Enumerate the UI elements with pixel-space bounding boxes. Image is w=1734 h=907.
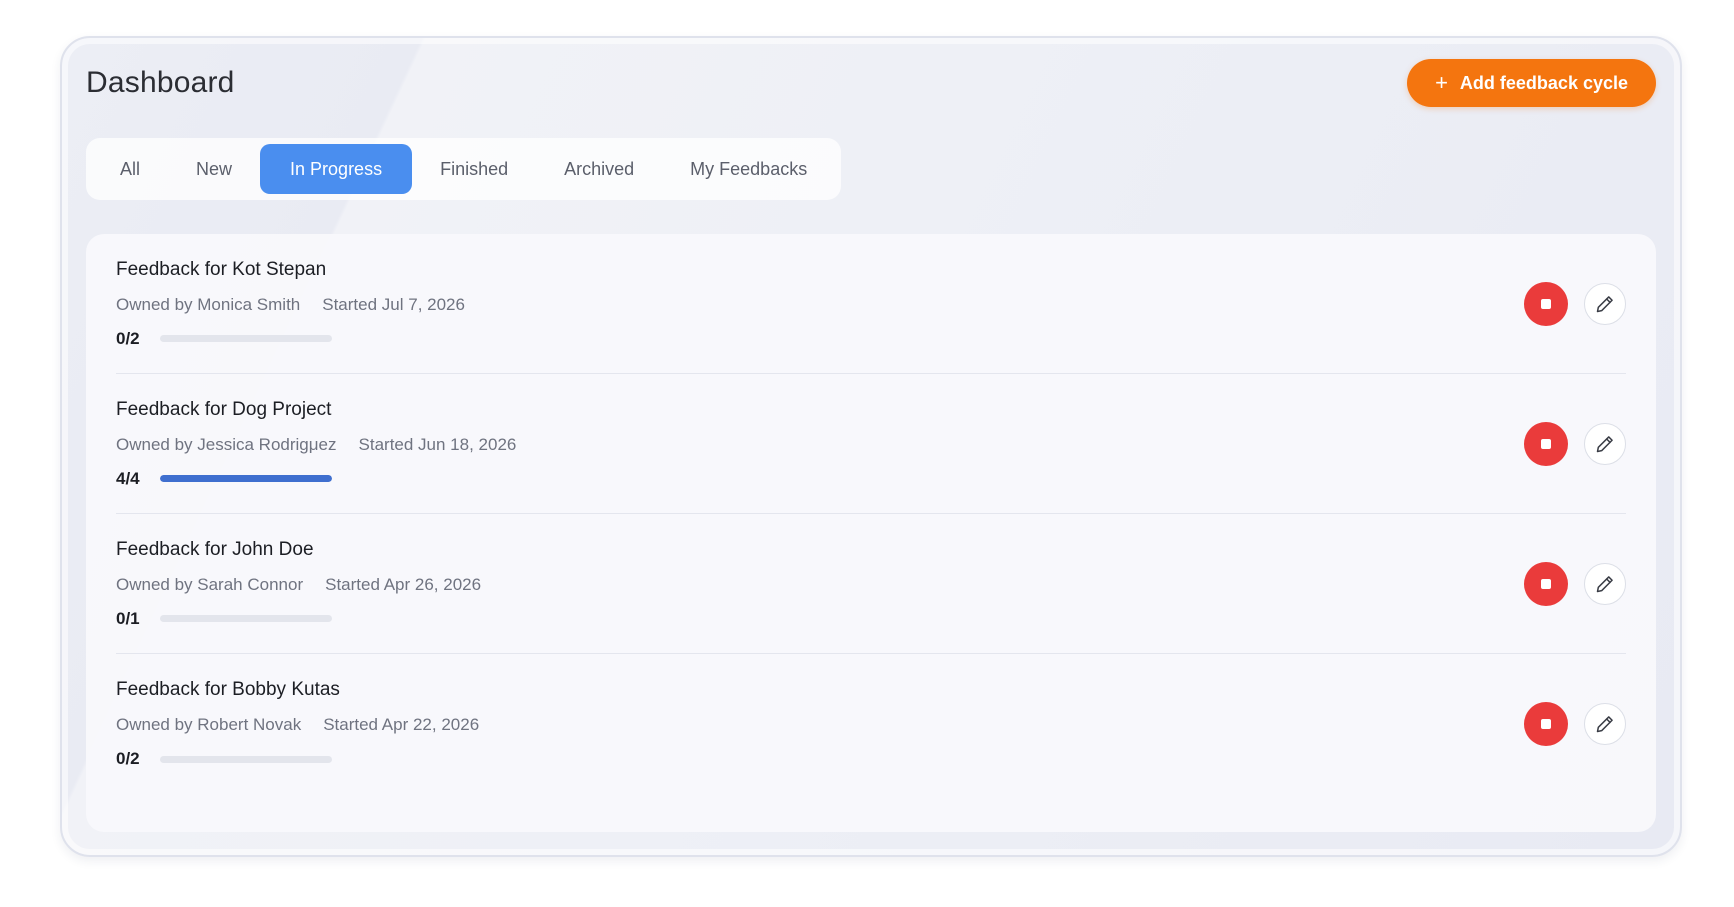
- feedback-meta: Owned by Sarah Connor Started Apr 26, 20…: [116, 575, 481, 595]
- progress-bar: [160, 615, 332, 622]
- feedback-actions: [1524, 702, 1626, 746]
- feedback-meta: Owned by Monica Smith Started Jul 7, 202…: [116, 295, 465, 315]
- tab-archived[interactable]: Archived: [536, 144, 662, 194]
- feedback-actions: [1524, 421, 1626, 466]
- feedback-title: Feedback for Kot Stepan: [116, 258, 327, 280]
- progress-bar: [160, 755, 332, 763]
- stop-icon: [1541, 578, 1551, 589]
- feedback-owner: Owned by Jessica Rodrigμez: [116, 434, 337, 454]
- stop-icon: [1541, 719, 1551, 729]
- stop-button[interactable]: [1524, 702, 1568, 746]
- dashboard-window: Dashboard + Add feedback cycle All New I…: [60, 36, 1682, 857]
- stop-icon: [1541, 298, 1551, 309]
- pencil-icon: [1596, 435, 1613, 452]
- tab-my-feedbacks[interactable]: My Feedbacks: [662, 144, 835, 194]
- feedback-row[interactable]: Feedback for Kot Stepan Owned by Monica …: [116, 234, 1626, 374]
- feedback-actions: [1524, 281, 1626, 326]
- feedback-row[interactable]: Feedback for Dog Project Owned by Jessic…: [116, 374, 1626, 514]
- feedback-progress: 0/2: [116, 329, 465, 349]
- feedback-start-date: Started Apr 26, 2026: [325, 574, 482, 594]
- feedback-progress: 4/4: [116, 469, 516, 489]
- add-feedback-cycle-label: Add feedback cycle: [1459, 72, 1628, 93]
- edit-button[interactable]: [1584, 562, 1626, 605]
- pencil-icon: [1596, 575, 1613, 592]
- stop-icon: [1541, 438, 1551, 449]
- feedback-info: Feedback for John Doe Owned by Sarah Con…: [116, 539, 481, 629]
- edit-button[interactable]: [1584, 422, 1626, 465]
- header: Dashboard + Add feedback cycle: [86, 58, 1656, 108]
- pencil-icon: [1596, 716, 1613, 733]
- feedback-progress: 0/2: [116, 749, 479, 769]
- tab-new[interactable]: New: [168, 144, 260, 194]
- add-feedback-cycle-button[interactable]: + Add feedback cycle: [1407, 59, 1656, 107]
- feedback-meta: Owned by Jessica Rodrigμez Started Jun 1…: [116, 435, 516, 455]
- feedback-start-date: Started Apr 22, 2026: [323, 715, 480, 734]
- progress-count: 0/1: [116, 608, 140, 628]
- filter-tabs: All New In Progress Finished Archived My…: [86, 138, 842, 200]
- feedback-row[interactable]: Feedback for Bobby Kutas Owned by Robert…: [116, 654, 1626, 794]
- progress-bar-fill: [160, 475, 332, 482]
- feedback-owner: Owned by Robert Novak: [116, 715, 302, 734]
- feedback-row[interactable]: Feedback for John Doe Owned by Sarah Con…: [116, 514, 1626, 654]
- feedback-info: Feedback for Kot Stepan Owned by Monica …: [116, 259, 465, 349]
- feedback-list: Feedback for Kot Stepan Owned by Monica …: [86, 234, 1656, 832]
- progress-count: 0/2: [116, 328, 140, 348]
- feedback-title: Feedback for John Doe: [116, 538, 314, 560]
- tab-finished[interactable]: Finished: [412, 144, 536, 194]
- feedback-owner: Owned by Sarah Connor: [116, 574, 304, 594]
- progress-bar: [160, 335, 332, 342]
- stop-button[interactable]: [1524, 281, 1568, 326]
- feedback-actions: [1524, 561, 1626, 606]
- feedback-title: Feedback for Dog Project: [116, 398, 332, 420]
- edit-button[interactable]: [1584, 703, 1626, 745]
- stop-button[interactable]: [1524, 421, 1568, 466]
- progress-bar: [160, 475, 332, 482]
- tab-in-progress[interactable]: In Progress: [260, 144, 413, 194]
- stop-button[interactable]: [1524, 561, 1568, 606]
- feedback-start-date: Started Jul 7, 2026: [322, 294, 465, 314]
- tab-all[interactable]: All: [92, 144, 168, 194]
- feedback-meta: Owned by Robert Novak Started Apr 22, 20…: [116, 715, 479, 735]
- edit-button[interactable]: [1584, 282, 1626, 325]
- pencil-icon: [1596, 295, 1613, 312]
- feedback-title: Feedback for Bobby Kutas: [116, 679, 340, 700]
- feedback-start-date: Started Jun 18, 2026: [358, 434, 517, 454]
- progress-count: 0/2: [116, 749, 140, 768]
- feedback-owner: Owned by Monica Smith: [116, 294, 301, 314]
- plus-icon: +: [1435, 70, 1448, 95]
- feedback-info: Feedback for Dog Project Owned by Jessic…: [116, 399, 516, 489]
- progress-count: 4/4: [116, 468, 140, 488]
- feedback-progress: 0/1: [116, 609, 481, 629]
- feedback-info: Feedback for Bobby Kutas Owned by Robert…: [116, 679, 479, 769]
- page-title: Dashboard: [86, 66, 235, 99]
